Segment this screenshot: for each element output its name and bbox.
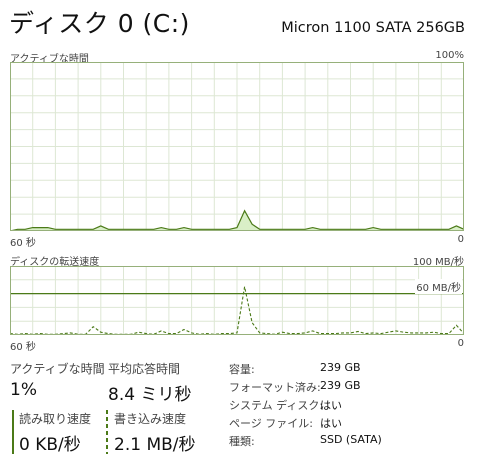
avg-response-stat-value: 8.4 ミリ秒 — [108, 385, 192, 405]
write-speed-stat-value: 2.1 MB/秒 — [114, 435, 196, 455]
transfer-rate-chart — [10, 266, 464, 335]
formatted-value: 239 GB — [320, 379, 361, 392]
read-speed-stat-label: 読み取り速度 — [19, 412, 92, 426]
system-disk-value: はい — [320, 399, 342, 412]
page-file-value: はい — [320, 417, 342, 430]
disk-title: ディスク 0 (C:) — [9, 9, 190, 38]
avg-response-stat-label: 平均応答時間 — [108, 362, 181, 376]
disk-type-label: 種類: — [229, 435, 255, 448]
write-speed-stat-label: 書き込み速度 — [114, 412, 187, 426]
capacity-value: 239 GB — [320, 361, 361, 374]
page-file-label: ページ ファイル: — [229, 417, 313, 430]
active-time-stat-label: アクティブな時間 — [10, 362, 105, 376]
capacity-label: 容量: — [229, 363, 255, 376]
transfer-rate-threshold-label: 60 MB/秒 — [415, 279, 462, 294]
transfer-rate-chart-x-left: 60 秒 — [10, 342, 36, 353]
disk-model: Micron 1100 SATA 256GB — [281, 20, 465, 36]
active-time-chart-max: 100% — [435, 50, 464, 61]
read-speed-stat-value: 0 KB/秒 — [19, 435, 81, 455]
formatted-label: フォーマット済み: — [229, 381, 321, 394]
active-time-chart-x-left: 60 秒 — [10, 238, 36, 249]
write-speed-legend-stripe — [106, 410, 108, 454]
active-time-stat-value: 1% — [10, 380, 37, 400]
read-speed-legend-stripe — [12, 410, 14, 454]
active-time-chart — [10, 62, 464, 231]
transfer-rate-chart-x-right: 0 — [457, 338, 464, 349]
system-disk-label: システム ディスク: — [229, 399, 324, 412]
active-time-chart-x-right: 0 — [457, 234, 464, 245]
disk-type-value: SSD (SATA) — [320, 433, 382, 446]
